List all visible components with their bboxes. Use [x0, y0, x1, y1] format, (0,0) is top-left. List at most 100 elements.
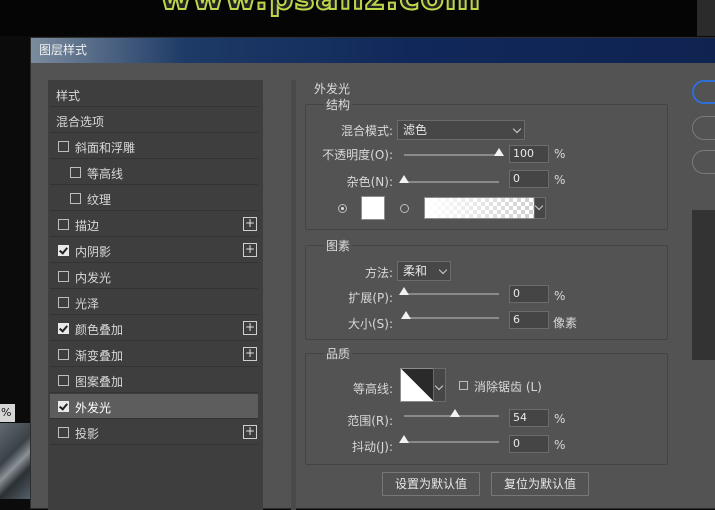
- jitter-unit: %: [554, 438, 566, 452]
- structure-title: 结构: [324, 96, 353, 113]
- contour-label: 等高线:: [352, 382, 393, 396]
- technique-select[interactable]: 柔和: [397, 261, 451, 281]
- glow-gradient-swatch[interactable]: [424, 197, 535, 219]
- contour-picker-button[interactable]: [433, 368, 446, 402]
- style-checkbox[interactable]: [58, 245, 69, 256]
- style-list-item[interactable]: 光泽: [50, 290, 258, 315]
- style-list-item[interactable]: 描边 +: [50, 212, 258, 237]
- style-list-item[interactable]: 渐变叠加 +: [50, 342, 258, 367]
- quality-title: 品质: [324, 345, 353, 362]
- style-list-item[interactable]: 图案叠加: [50, 368, 258, 393]
- spread-slider[interactable]: [399, 287, 499, 295]
- style-list-label: 投影: [75, 427, 100, 441]
- range-label: 范围(R):: [347, 414, 393, 428]
- chevron-down-icon: [534, 201, 544, 211]
- size-input[interactable]: 6: [509, 311, 549, 329]
- style-list-label: 光泽: [75, 297, 100, 311]
- spread-slider-thumb[interactable]: [399, 287, 409, 295]
- size-slider[interactable]: [401, 311, 499, 319]
- range-input[interactable]: 54: [509, 409, 549, 427]
- chevron-down-icon: [438, 265, 448, 275]
- add-effect-icon[interactable]: +: [243, 425, 257, 439]
- style-list-label: 图案叠加: [75, 375, 124, 389]
- new-style-button[interactable]: [692, 150, 715, 174]
- style-list-label: 渐变叠加: [75, 349, 124, 363]
- noise-slider-thumb[interactable]: [399, 175, 409, 183]
- style-checkbox[interactable]: [58, 349, 69, 360]
- reset-default-button[interactable]: 复位为默认值: [491, 472, 589, 496]
- elements-title: 图素: [324, 237, 353, 254]
- spread-unit: %: [554, 289, 566, 303]
- style-list-label: 颜色叠加: [75, 323, 124, 337]
- layer-style-dialog: 图层样式 样式 混合选项 斜面和浮雕 等高线 纹理 描边 + 内阴影 + 内发光 光泽 颜色叠加 + 渐变…: [30, 37, 715, 510]
- style-list-item[interactable]: 颜色叠加 +: [50, 316, 258, 341]
- ok-button[interactable]: [692, 80, 715, 104]
- style-checkbox[interactable]: [70, 167, 81, 178]
- style-checkbox[interactable]: [58, 297, 69, 308]
- style-list-label: 混合选项: [56, 115, 105, 129]
- jitter-input[interactable]: 0: [509, 435, 549, 453]
- add-effect-icon[interactable]: +: [243, 217, 257, 231]
- noise-unit: %: [554, 173, 566, 187]
- gradient-radio[interactable]: [400, 204, 409, 213]
- style-checkbox[interactable]: [58, 323, 69, 334]
- jitter-slider[interactable]: [399, 435, 499, 443]
- chevron-down-icon: [434, 381, 444, 391]
- add-effect-icon[interactable]: +: [243, 347, 257, 361]
- outer-glow-title: 外发光: [314, 82, 351, 96]
- gradient-picker-button[interactable]: [534, 197, 546, 219]
- make-default-button[interactable]: 设置为默认值: [382, 472, 480, 496]
- style-checkbox[interactable]: [58, 271, 69, 282]
- spread-input[interactable]: 0: [509, 285, 549, 303]
- range-slider-thumb[interactable]: [450, 409, 461, 417]
- add-effect-icon[interactable]: +: [243, 321, 257, 335]
- technique-label: 方法:: [364, 266, 393, 280]
- noise-slider[interactable]: [399, 175, 499, 183]
- technique-value: 柔和: [403, 264, 428, 278]
- blend-mode-select[interactable]: 滤色: [397, 120, 525, 140]
- style-list-label: 内阴影: [75, 245, 112, 259]
- range-slider[interactable]: [404, 409, 499, 417]
- style-list-item[interactable]: 投影 +: [50, 420, 258, 445]
- watermark-text: www.psahz.com: [159, 0, 481, 19]
- style-checkbox[interactable]: [58, 141, 69, 152]
- opacity-label: 不透明度(O):: [322, 148, 393, 162]
- canvas-photo: [0, 423, 30, 499]
- contour-preview[interactable]: [400, 368, 434, 402]
- cancel-button[interactable]: [692, 116, 715, 140]
- opacity-slider[interactable]: [404, 148, 504, 156]
- noise-input[interactable]: 0: [509, 170, 549, 188]
- style-preview: [692, 210, 715, 360]
- dialog-title[interactable]: 图层样式: [31, 38, 715, 63]
- style-checkbox[interactable]: [58, 375, 69, 386]
- style-checkbox[interactable]: [58, 219, 69, 230]
- style-list-item[interactable]: 纹理: [50, 186, 258, 211]
- style-checkbox[interactable]: [70, 193, 81, 204]
- style-checkbox[interactable]: [58, 427, 69, 438]
- style-list: 样式混合选项斜面和浮雕等高线 纹理描边 + 内阴影 + 内发光光泽颜色叠加 + 渐变叠加 + 图案…: [48, 80, 263, 510]
- spread-label: 扩展(P):: [348, 291, 393, 305]
- zoom-percent-label: %: [0, 404, 15, 422]
- style-list-item[interactable]: 样式: [50, 82, 258, 107]
- style-list-item[interactable]: 内发光: [50, 264, 258, 289]
- jitter-label: 抖动(J):: [352, 440, 393, 454]
- style-list-label: 描边: [75, 219, 100, 233]
- solid-color-radio[interactable]: [338, 204, 347, 213]
- style-list-item[interactable]: 内阴影 +: [50, 238, 258, 263]
- glow-color-swatch[interactable]: [361, 196, 385, 220]
- jitter-slider-thumb[interactable]: [399, 435, 409, 443]
- style-list-label: 斜面和浮雕: [75, 141, 136, 155]
- add-effect-icon[interactable]: +: [243, 243, 257, 257]
- size-slider-thumb[interactable]: [401, 311, 412, 319]
- style-list-item[interactable]: 外发光: [50, 394, 258, 419]
- opacity-unit: %: [554, 147, 566, 161]
- opacity-slider-thumb[interactable]: [494, 148, 504, 156]
- antialias-checkbox[interactable]: [459, 381, 468, 390]
- style-checkbox[interactable]: [58, 401, 69, 412]
- style-list-item[interactable]: 斜面和浮雕: [50, 134, 258, 159]
- size-label: 大小(S):: [347, 317, 393, 331]
- style-list-label: 内发光: [75, 271, 112, 285]
- opacity-input[interactable]: 100: [509, 145, 549, 163]
- style-list-item[interactable]: 混合选项: [50, 108, 258, 133]
- style-list-item[interactable]: 等高线: [50, 160, 258, 185]
